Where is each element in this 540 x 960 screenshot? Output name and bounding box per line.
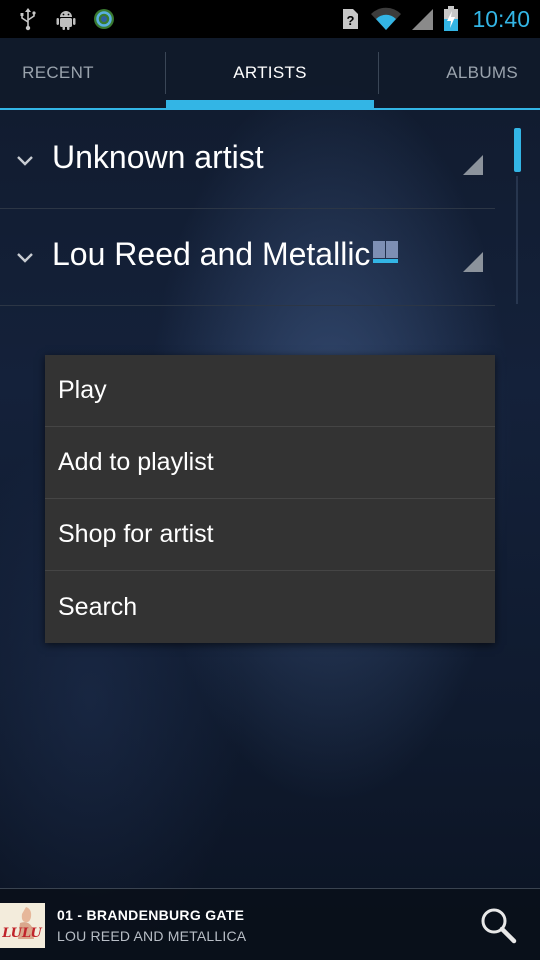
scrollbar-track <box>516 176 518 304</box>
battery-charging-icon <box>442 6 460 31</box>
sync-icon <box>92 7 116 31</box>
menu-item-shop-for-artist[interactable]: Shop for artist <box>45 499 495 571</box>
chevron-down-icon[interactable] <box>14 150 36 172</box>
context-menu-indicator-icon[interactable] <box>463 155 483 175</box>
artist-list: Unknown artist Lou Reed and Metallic <box>0 112 495 306</box>
chevron-down-icon[interactable] <box>14 247 36 269</box>
usb-icon <box>16 7 40 31</box>
scrollbar-thumb[interactable] <box>514 128 521 172</box>
missing-glyph-icon <box>370 236 400 273</box>
artist-name: Lou Reed and Metallic <box>52 236 371 272</box>
tab-divider <box>378 52 379 94</box>
tab-recent[interactable]: RECENT <box>0 38 116 108</box>
context-menu-indicator-icon[interactable] <box>463 252 483 272</box>
svg-text:?: ? <box>347 13 355 28</box>
album-art[interactable]: LULU <box>0 903 45 948</box>
artist-row[interactable]: Unknown artist <box>0 112 495 209</box>
menu-item-search[interactable]: Search <box>45 571 495 643</box>
tab-bar: RECENT ARTISTS ALBUMS <box>0 38 540 110</box>
search-icon[interactable] <box>478 905 518 945</box>
now-playing-artist: LOU REED AND METALLICA <box>57 928 247 944</box>
menu-item-add-to-playlist[interactable]: Add to playlist <box>45 427 495 499</box>
menu-item-play[interactable]: Play <box>45 355 495 427</box>
artist-name-wrap: Lou Reed and Metallic <box>52 236 400 273</box>
tab-artists[interactable]: ARTISTS <box>166 38 374 108</box>
now-playing-bar[interactable]: LULU 01 - BRANDENBURG GATE LOU REED AND … <box>0 888 540 960</box>
artist-name: Unknown artist <box>52 139 264 175</box>
tab-selected-indicator <box>166 100 374 108</box>
now-playing-title: 01 - BRANDENBURG GATE <box>57 907 245 923</box>
android-debug-icon <box>54 7 78 31</box>
signal-icon <box>410 7 434 31</box>
artist-row[interactable]: Lou Reed and Metallic <box>0 209 495 306</box>
no-sim-icon: ? <box>338 7 362 31</box>
status-bar: ? 10:40 <box>0 0 540 38</box>
status-clock: 10:40 <box>472 5 530 32</box>
album-art-text: LULU <box>1 926 42 941</box>
wifi-icon <box>370 7 402 31</box>
tab-albums[interactable]: ALBUMS <box>412 38 540 108</box>
context-menu: Play Add to playlist Shop for artist Sea… <box>45 355 495 643</box>
